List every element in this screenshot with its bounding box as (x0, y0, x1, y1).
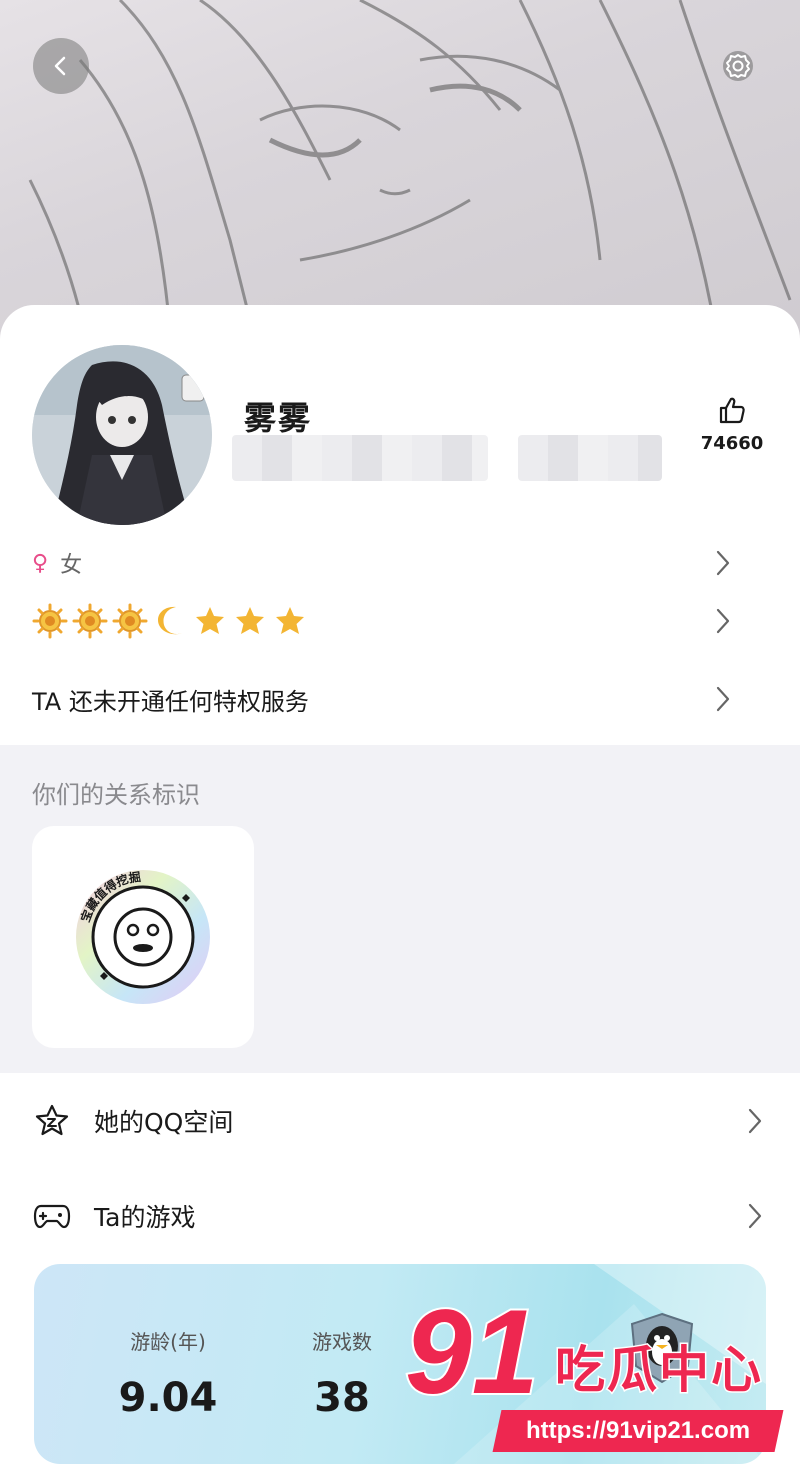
stat-years-label: 游龄(年) (130, 1330, 206, 1354)
female-icon: ♀ (32, 550, 49, 576)
sun-icon (72, 603, 108, 639)
watermark-number: 91 (403, 1285, 540, 1419)
like-button[interactable]: 74660 (700, 395, 764, 454)
chevron-right-icon (748, 1203, 762, 1229)
like-count: 74660 (700, 433, 764, 454)
avatar-image (32, 345, 212, 525)
watermark-url: https://91vip21.com (525, 1417, 751, 1444)
level-row[interactable] (32, 601, 768, 641)
qzone-star-icon (32, 1101, 72, 1141)
chevron-right-icon (716, 686, 730, 712)
star-icon (196, 607, 224, 634)
sun-icon (112, 603, 148, 639)
star-icon (236, 607, 264, 634)
stat-games: 游戏数 38 (292, 1326, 392, 1421)
watermark: 91 吃瓜中心 https://91vip21.com (403, 1290, 800, 1475)
watermark-url-box: https://91vip21.com (492, 1410, 784, 1452)
gender-label: 女 (60, 553, 83, 578)
gear-icon (723, 51, 753, 81)
chevron-right-icon (748, 1108, 762, 1134)
chevron-left-icon (54, 56, 66, 76)
qzone-label: 她的QQ空间 (94, 1108, 234, 1137)
chevron-right-icon (716, 608, 730, 634)
stat-years: 游龄(年) 9.04 (106, 1326, 230, 1421)
watermark-text: 吃瓜中心 (554, 1340, 763, 1401)
account-signature-blurred (518, 435, 662, 481)
account-id-blurred (232, 435, 488, 481)
privilege-text: TA 还未开通任何特权服务 (32, 687, 309, 716)
relationship-badge-card[interactable]: 宝藏值得挖掘 (32, 826, 254, 1048)
chevron-right-icon (716, 550, 730, 576)
sun-icon (32, 603, 68, 639)
settings-button[interactable] (710, 38, 766, 94)
gamepad-icon (32, 1196, 72, 1236)
treasure-badge-icon: 宝藏值得挖掘 (76, 869, 210, 1004)
relationship-title: 你们的关系标识 (32, 781, 200, 809)
qzone-row[interactable]: 她的QQ空间 (32, 1091, 768, 1151)
profile-card: 雾雾 74660 ♀ 女 TA 还未开通任何特权服务 (0, 305, 800, 745)
gender-row[interactable]: ♀ 女 (32, 545, 768, 581)
stat-games-label: 游戏数 (312, 1330, 372, 1354)
avatar[interactable] (32, 345, 212, 525)
thumbs-up-icon (719, 397, 745, 424)
back-button[interactable] (33, 38, 89, 94)
stat-games-value: 38 (314, 1375, 370, 1421)
games-row[interactable]: Ta的游戏 (32, 1186, 768, 1246)
privilege-row[interactable]: TA 还未开通任何特权服务 (32, 677, 768, 721)
profile-name: 雾雾 (244, 399, 313, 437)
star-icon (276, 607, 304, 634)
level-badges (32, 603, 304, 639)
games-label: Ta的游戏 (94, 1203, 196, 1232)
stat-years-value: 9.04 (118, 1375, 218, 1421)
moon-icon (158, 606, 182, 635)
